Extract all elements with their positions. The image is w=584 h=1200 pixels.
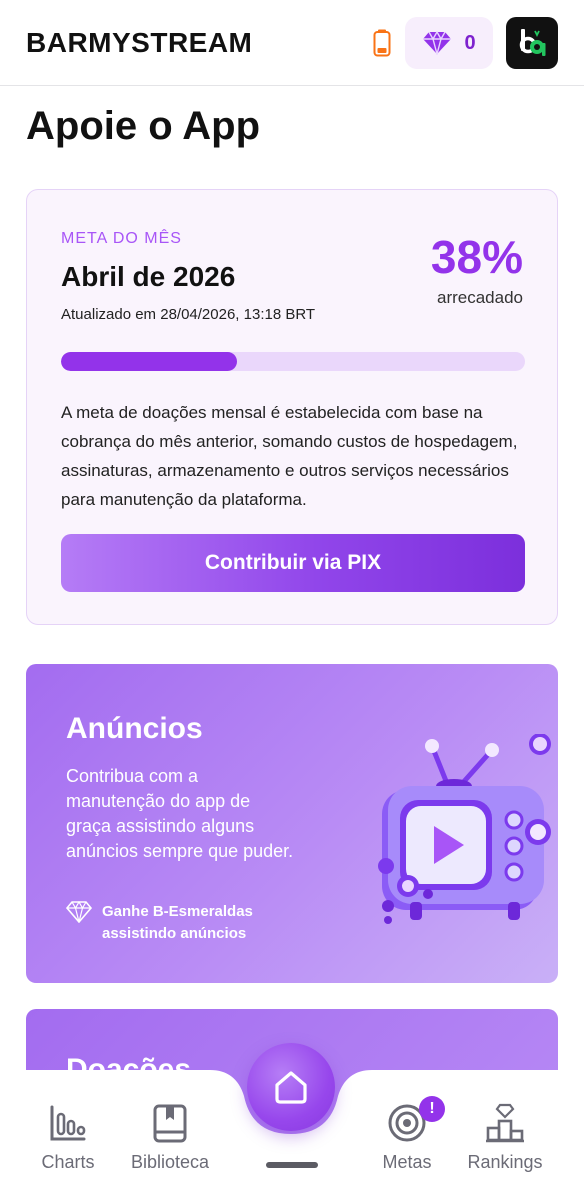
- nav-label-library: Biblioteca: [130, 1152, 210, 1172]
- goal-progress-bar: [61, 352, 525, 371]
- bottom-navigation: Charts Biblioteca ! Metas Rankings: [0, 1043, 584, 1200]
- book-icon: [153, 1104, 187, 1143]
- app-header: BARMYSTREAM 0: [0, 0, 584, 86]
- home-indicator: [266, 1162, 318, 1168]
- ads-title: Anúncios: [66, 712, 203, 745]
- gem-icon: [423, 31, 452, 55]
- nav-item-rankings[interactable]: Rankings: [455, 1102, 555, 1173]
- goal-updated-timestamp: Atualizado em 28/04/2026, 13:18 BRT: [61, 306, 316, 323]
- home-icon: [275, 1071, 307, 1104]
- goals-alert-badge: !: [419, 1096, 445, 1122]
- gem-balance-button[interactable]: 0: [405, 17, 493, 69]
- app-logo[interactable]: [506, 17, 558, 69]
- page: BARMYSTREAM 0 Apoie o App META DO MÊS Ab…: [0, 0, 584, 1200]
- goal-raised-label: arrecadado: [436, 288, 523, 307]
- goal-progress-fill: [61, 352, 238, 371]
- ads-card[interactable]: Anúncios Contribua com a manutenção do a…: [26, 664, 558, 983]
- ads-reward-line1: Ganhe B-Esmeraldas: [102, 903, 253, 920]
- ads-reward: Ganhe B-Esmeraldas assistindo anúncios: [66, 901, 272, 945]
- chart-bars-icon: [50, 1105, 86, 1141]
- nav-item-library[interactable]: Biblioteca: [120, 1102, 220, 1173]
- podium-icon: [486, 1103, 524, 1143]
- ads-reward-line2: assistindo anúncios: [102, 925, 247, 942]
- gem-outline-icon: [66, 901, 92, 923]
- page-title: Apoie o App: [26, 104, 261, 148]
- monthly-goal-card: META DO MÊS Abril de 2026 Atualizado em …: [26, 189, 558, 625]
- goal-description: A meta de doações mensal é estabelecida …: [61, 403, 518, 509]
- contribute-pix-button[interactable]: Contribuir via PIX: [61, 534, 525, 592]
- tv-illustration-icon: [378, 734, 551, 924]
- goal-percent: 38%: [430, 231, 523, 283]
- brand-title: BARMYSTREAM: [26, 27, 253, 58]
- nav-label-goals: Metas: [382, 1152, 432, 1172]
- goal-kicker: META DO MÊS: [61, 230, 182, 247]
- app-logo-icon: [519, 29, 546, 56]
- nav-label-rankings: Rankings: [467, 1152, 543, 1172]
- home-button[interactable]: [247, 1043, 335, 1131]
- nav-item-goals[interactable]: ! Metas: [357, 1096, 457, 1173]
- nav-item-charts[interactable]: Charts: [18, 1102, 118, 1173]
- goal-month: Abril de 2026: [61, 261, 236, 292]
- ads-description: Contribua com a manutenção do app de gra…: [66, 766, 294, 861]
- battery-icon: [373, 29, 391, 57]
- ads-reward-text: Ganhe B-Esmeraldas assistindo anúncios: [102, 901, 272, 945]
- gem-count: 0: [464, 31, 476, 54]
- nav-label-charts: Charts: [41, 1152, 95, 1172]
